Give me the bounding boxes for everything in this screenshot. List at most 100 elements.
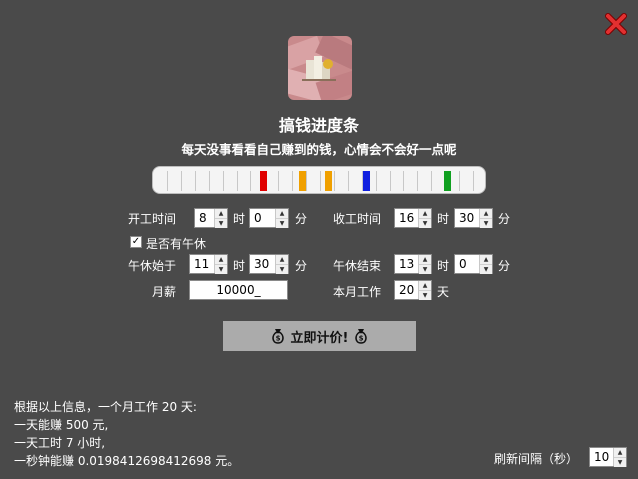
start-hour-unit: 时 — [233, 212, 246, 226]
lunch-start-hour-spinner[interactable]: 11 ▲ ▼ — [189, 254, 228, 274]
money-progress-bar — [152, 166, 486, 194]
spin-up-icon[interactable]: ▲ — [276, 255, 288, 264]
lunch-start-hour-unit: 时 — [233, 259, 246, 273]
spin-up-icon[interactable]: ▲ — [215, 255, 227, 264]
info-line: 根据以上信息，一个月工作 20 天: — [14, 400, 197, 414]
spin-down-icon[interactable]: ▼ — [276, 264, 288, 274]
progress-segment — [473, 171, 474, 191]
start-time-label: 开工时间 — [128, 212, 177, 226]
start-hour-value: 8 — [199, 211, 207, 225]
lunch-checkbox[interactable]: ✓ — [130, 236, 142, 248]
spin-up-icon[interactable]: ▲ — [419, 281, 431, 290]
progress-segment — [417, 171, 419, 191]
workdays-value: 20 — [399, 283, 415, 297]
workdays-spinner[interactable]: 20 ▲ ▼ — [394, 280, 432, 300]
spin-down-icon[interactable]: ▼ — [480, 218, 492, 228]
progress-segment — [278, 171, 280, 191]
lunch-start-hour-value: 11 — [194, 257, 210, 271]
spin-up-icon[interactable]: ▲ — [419, 255, 431, 264]
spin-down-icon[interactable]: ▼ — [215, 218, 227, 228]
salary-input[interactable]: 10000_ — [189, 280, 288, 300]
end-minute-spinner[interactable]: 30 ▲ ▼ — [454, 208, 493, 228]
spin-up-icon[interactable]: ▲ — [276, 209, 288, 218]
progress-segment — [292, 171, 294, 191]
calculate-button[interactable]: $ 立即计价! $ — [223, 321, 416, 351]
start-minute-unit: 分 — [295, 212, 308, 226]
salary-label: 月薪 — [152, 285, 177, 299]
refresh-interval-spinner[interactable]: 10 ▲ ▼ — [589, 447, 627, 467]
progress-segment — [306, 171, 308, 191]
lunch-start-minute-spinner[interactable]: 30 ▲ ▼ — [249, 254, 289, 274]
progress-marker — [298, 171, 306, 191]
end-minute-value: 30 — [459, 211, 475, 225]
refresh-interval-label: 刷新间隔（秒） — [494, 452, 579, 466]
lunch-end-minute-unit: 分 — [498, 259, 511, 273]
progress-segment — [333, 171, 335, 191]
spin-up-icon[interactable]: ▲ — [480, 209, 492, 218]
progress-marker — [443, 171, 451, 191]
progress-marker — [362, 171, 370, 191]
calculate-button-label: 立即计价! — [290, 330, 349, 346]
progress-segment — [236, 171, 238, 191]
spin-down-icon[interactable]: ▼ — [276, 218, 288, 228]
spin-up-icon[interactable]: ▲ — [480, 255, 492, 264]
progress-segment — [375, 171, 377, 191]
close-button[interactable] — [604, 12, 628, 36]
progress-segment — [250, 171, 252, 191]
end-minute-unit: 分 — [498, 212, 511, 226]
progress-segment — [459, 171, 461, 191]
app-logo — [288, 36, 352, 100]
spin-down-icon[interactable]: ▼ — [215, 264, 227, 274]
info-line: 一天工时 7 小时, — [14, 436, 106, 450]
lunch-end-minute-value: 0 — [459, 257, 467, 271]
info-line: 一秒钟能赚 0.0198412698412698 元。 — [14, 454, 240, 468]
progress-segment — [347, 171, 349, 191]
money-bag-icon: $ — [271, 329, 284, 344]
spin-down-icon[interactable]: ▼ — [419, 290, 431, 300]
lunch-start-minute-unit: 分 — [295, 259, 308, 273]
lunch-end-hour-unit: 时 — [437, 259, 450, 273]
end-hour-spinner[interactable]: 16 ▲ ▼ — [394, 208, 432, 228]
money-logo-icon — [288, 36, 352, 100]
spin-up-icon[interactable]: ▲ — [419, 209, 431, 218]
close-icon — [605, 13, 627, 35]
lunch-end-minute-spinner[interactable]: 0 ▲ ▼ — [454, 254, 493, 274]
result-info: 根据以上信息，一个月工作 20 天: 一天能赚 500 元, 一天工时 7 小时… — [14, 398, 239, 470]
lunch-end-label: 午休结束 — [333, 259, 382, 273]
app-subtitle: 每天没事看看自己赚到的钱，心情会不会好一点呢 — [181, 142, 457, 157]
info-line: 一天能赚 500 元, — [14, 418, 109, 432]
progress-segment — [180, 171, 182, 191]
end-hour-unit: 时 — [437, 212, 450, 226]
start-hour-spinner[interactable]: 8 ▲ ▼ — [194, 208, 228, 228]
progress-segment — [320, 171, 321, 191]
end-time-label: 收工时间 — [333, 212, 382, 226]
start-minute-value: 0 — [254, 211, 262, 225]
app-title: 搞钱进度条 — [278, 116, 359, 135]
money-bag-icon: $ — [355, 329, 368, 344]
spin-down-icon[interactable]: ▼ — [614, 457, 626, 467]
lunch-end-hour-value: 13 — [399, 257, 415, 271]
progress-segment — [208, 171, 210, 191]
progress-segment — [389, 171, 391, 191]
lunch-start-minute-value: 30 — [254, 257, 270, 271]
progress-segment — [431, 171, 433, 191]
progress-segment — [167, 171, 168, 191]
workdays-unit: 天 — [437, 285, 450, 299]
progress-marker — [324, 171, 332, 191]
progress-segment — [403, 171, 405, 191]
svg-text:$: $ — [275, 335, 280, 343]
workdays-label: 本月工作 — [333, 285, 382, 299]
progress-segment — [222, 171, 224, 191]
svg-text:$: $ — [359, 335, 364, 343]
spin-up-icon[interactable]: ▲ — [614, 448, 626, 457]
end-hour-value: 16 — [399, 211, 415, 225]
progress-segment — [194, 171, 196, 191]
spin-up-icon[interactable]: ▲ — [215, 209, 227, 218]
lunch-end-hour-spinner[interactable]: 13 ▲ ▼ — [394, 254, 432, 274]
spin-down-icon[interactable]: ▼ — [419, 218, 431, 228]
lunch-checkbox-label: 是否有午休 — [146, 237, 207, 251]
spin-down-icon[interactable]: ▼ — [480, 264, 492, 274]
start-minute-spinner[interactable]: 0 ▲ ▼ — [249, 208, 289, 228]
spin-down-icon[interactable]: ▼ — [419, 264, 431, 274]
lunch-start-label: 午休始于 — [128, 259, 177, 273]
